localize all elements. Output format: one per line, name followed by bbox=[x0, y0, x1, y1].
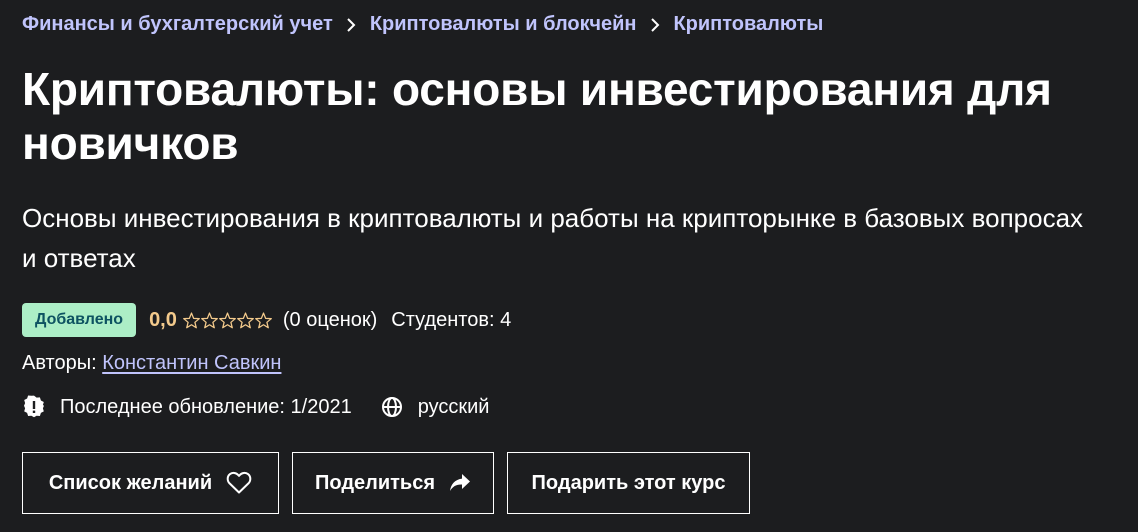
wishlist-button[interactable]: Список желаний bbox=[22, 452, 279, 514]
globe-icon bbox=[380, 395, 404, 419]
last-update: Последнее обновление: 1/2021 bbox=[22, 395, 352, 419]
alert-badge-icon bbox=[22, 395, 46, 419]
last-update-text: Последнее обновление: 1/2021 bbox=[60, 395, 352, 418]
breadcrumb-link-crypto-blockchain[interactable]: Криптовалюты и блокчейн bbox=[370, 13, 637, 36]
star-empty-icon bbox=[182, 311, 200, 328]
rating-row: Добавлено 0,0 (0 оценок) Студентов: 4 bbox=[22, 303, 511, 337]
chevron-right-icon bbox=[333, 13, 370, 36]
gift-course-button[interactable]: Подарить этот курс bbox=[507, 452, 750, 514]
share-arrow-icon bbox=[449, 473, 471, 493]
course-info-row: Последнее обновление: 1/2021 русский bbox=[22, 395, 489, 419]
heart-outline-icon bbox=[226, 471, 252, 495]
course-title: Криптовалюты: основы инвестирования для … bbox=[22, 63, 1052, 169]
star-empty-icon bbox=[254, 311, 272, 328]
chevron-right-icon bbox=[636, 13, 673, 36]
breadcrumb: Финансы и бухгалтерский учет Криптовалют… bbox=[22, 13, 823, 36]
star-empty-icon bbox=[218, 311, 236, 328]
course-subtitle: Основы инвестирования в криптовалюты и р… bbox=[22, 203, 1084, 273]
author-link[interactable]: Константин Савкин bbox=[102, 352, 281, 374]
status-badge: Добавлено bbox=[22, 303, 137, 337]
breadcrumb-link-cryptocurrencies[interactable]: Криптовалюты bbox=[673, 13, 823, 36]
gift-button-label: Подарить этот курс bbox=[531, 471, 726, 494]
course-header: Финансы и бухгалтерский учет Криптовалют… bbox=[0, 0, 1138, 532]
rating-count-link[interactable]: (0 оценок) bbox=[283, 309, 377, 332]
language-text: русский bbox=[417, 395, 490, 418]
star-empty-icon bbox=[236, 311, 254, 328]
students-count: Студентов: 4 bbox=[391, 308, 512, 331]
rating-stars bbox=[182, 311, 273, 329]
share-button-label: Поделиться bbox=[314, 471, 436, 494]
authors-label: Авторы: bbox=[22, 352, 97, 374]
rating-value: 0,0 bbox=[149, 308, 177, 331]
breadcrumb-link-finance[interactable]: Финансы и бухгалтерский учет bbox=[22, 13, 333, 36]
language: русский bbox=[380, 395, 490, 419]
star-empty-icon bbox=[200, 311, 218, 328]
wishlist-button-label: Список желаний bbox=[48, 471, 213, 494]
share-button[interactable]: Поделиться bbox=[292, 452, 494, 514]
action-buttons: Список желаний Поделиться Подарить этот … bbox=[22, 452, 763, 514]
authors-row: Авторы: Константин Савкин bbox=[22, 352, 281, 375]
